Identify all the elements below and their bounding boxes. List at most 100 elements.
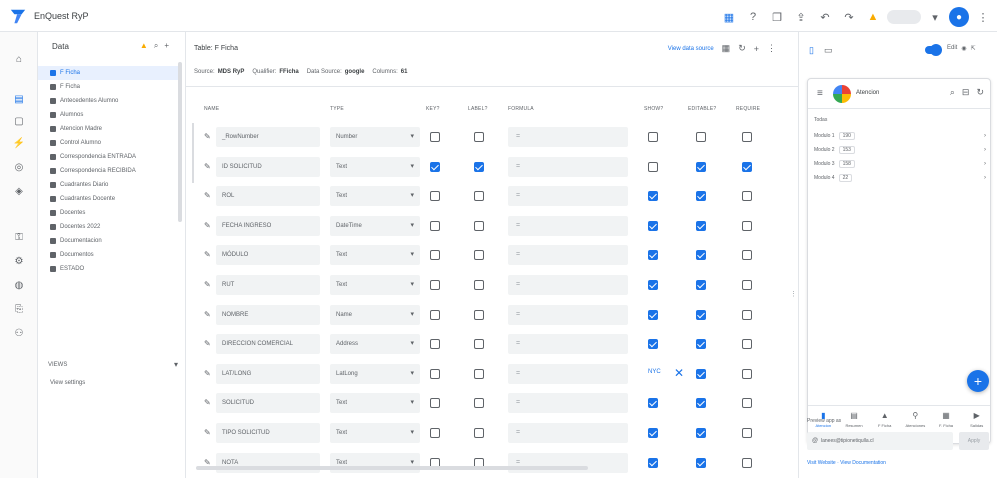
show-checkbox[interactable] [648,161,658,172]
edit-column-icon[interactable]: ✎ [204,132,211,141]
translate-icon[interactable]: ⎘ [11,302,27,318]
require-checkbox[interactable] [742,280,752,290]
table-list-item[interactable]: Documentos [38,248,178,262]
table-view-icon[interactable]: ▦ [719,8,739,26]
edit-column-icon[interactable]: ✎ [204,191,211,200]
security-icon[interactable]: ⚿ [11,230,27,246]
edit-column-icon[interactable]: ✎ [204,398,211,407]
search-icon[interactable]: ⌕ [950,87,955,98]
show-checkbox[interactable] [648,250,658,261]
editable-checkbox[interactable] [696,457,706,468]
show-checkbox[interactable] [648,339,658,350]
filter-icon[interactable]: ⊟ [962,87,970,98]
show-checkbox[interactable] [648,280,658,290]
table-list-item[interactable]: F Ficha [38,66,178,80]
editable-checkbox[interactable] [696,339,706,350]
column-name-field[interactable]: ROL [216,186,320,207]
formula-field[interactable]: = [508,127,628,147]
key-checkbox[interactable] [430,220,440,231]
preview-links[interactable]: Visit Website · View Documentation [807,460,886,466]
table-list-item[interactable]: Control Alumno [38,136,178,150]
table-list-item[interactable]: F Ficha [38,80,178,94]
list-item[interactable]: Modulo 2 153 › [814,143,986,157]
list-item[interactable]: Modulo 4 22 › [814,171,986,185]
show-checkbox[interactable] [648,428,658,438]
column-type-select[interactable]: Text ▾ [330,393,420,414]
require-checkbox[interactable] [742,220,752,231]
column-type-select[interactable]: Address ▾ [330,334,420,355]
save-button[interactable] [887,10,921,24]
edit-column-icon[interactable]: ✎ [204,162,211,171]
key-checkbox[interactable] [430,428,440,438]
users-icon[interactable]: ⚇ [11,326,27,342]
undo-icon[interactable]: ↶ [815,8,835,26]
open-external-icon[interactable]: ⇱ [971,45,976,52]
column-name-field[interactable]: ID SOLICITUD [216,156,320,177]
key-checkbox[interactable] [430,191,440,202]
require-checkbox[interactable] [742,428,752,438]
table-list-item[interactable]: Antecedentes Alumno [38,94,178,108]
require-checkbox[interactable] [742,250,752,261]
require-checkbox[interactable] [742,161,752,172]
require-checkbox[interactable] [742,339,752,350]
formula-field[interactable]: = [508,334,628,355]
editable-checkbox[interactable] [696,191,706,202]
formula-field[interactable]: = [508,393,628,414]
show-condition[interactable]: NYC [648,369,661,375]
warning-icon[interactable]: ▲ [863,8,883,26]
table-list-item[interactable]: Cuadrantes Diario [38,178,178,192]
column-type-select[interactable]: DateTime ▾ [330,215,420,236]
formula-field[interactable]: = [508,186,628,207]
show-checkbox[interactable] [648,309,658,320]
column-name-field[interactable]: FECHA INGRESO [216,215,320,236]
column-type-select[interactable]: Text ▾ [330,186,420,207]
label-checkbox[interactable] [474,368,484,379]
key-checkbox[interactable] [430,368,440,379]
eye-icon[interactable]: ◉ [961,45,966,52]
label-checkbox[interactable] [474,428,484,438]
edit-toggle[interactable] [925,44,942,56]
column-name-field[interactable]: _RowNumber [216,127,320,147]
menu-icon[interactable]: ≡ [817,88,823,99]
edit-column-icon[interactable]: ✎ [204,428,211,437]
formula-field[interactable]: = [508,423,628,443]
views-icon[interactable]: ▢ [11,114,27,130]
editable-checkbox[interactable] [696,280,706,290]
edit-column-icon[interactable]: ✎ [204,369,211,378]
intelligence-icon[interactable]: ◈ [11,184,27,200]
formula-field[interactable]: = [508,156,628,177]
column-name-field[interactable]: RUT [216,275,320,295]
column-type-select[interactable]: Text ▾ [330,245,420,266]
help-icon[interactable]: ? [743,8,763,26]
edit-column-icon[interactable]: ✎ [204,310,211,319]
automation-icon[interactable]: ◎ [11,160,27,176]
add-icon[interactable]: + [164,41,169,51]
formula-field[interactable]: = [508,304,628,325]
column-name-field[interactable]: NOMBRE [216,304,320,325]
edit-column-icon[interactable]: ✎ [204,339,211,348]
view-data-source-link[interactable]: View data source [668,46,714,52]
horizontal-scrollbar[interactable] [196,466,588,470]
home-icon[interactable]: ⌂ [11,52,27,68]
key-checkbox[interactable] [430,398,440,409]
tablet-icon[interactable]: ▭ [824,45,833,56]
require-checkbox[interactable] [742,457,752,468]
column-type-select[interactable]: Name ▾ [330,304,420,325]
table-list-item[interactable]: Atencion Madre [38,122,178,136]
formula-field[interactable]: = [508,245,628,266]
manage-icon[interactable]: ◍ [11,278,27,294]
regenerate-icon[interactable]: ↻ [738,43,746,54]
user-avatar[interactable]: ● [949,7,969,27]
collapse-handle-icon[interactable]: ⋮ [790,290,797,298]
actions-icon[interactable]: ⚡ [11,136,27,152]
label-checkbox[interactable] [474,161,484,172]
editable-checkbox[interactable] [696,220,706,231]
table-list-item[interactable]: Correspondencia ENTRADA [38,150,178,164]
label-checkbox[interactable] [474,339,484,350]
table-list-item[interactable]: ESTADO [38,262,178,276]
show-checkbox[interactable] [648,457,658,468]
column-name-field[interactable]: LAT/LONG [216,363,320,384]
view-settings-link[interactable]: View settings [50,380,85,386]
table-list-item[interactable]: Docentes 2022 [38,220,178,234]
require-checkbox[interactable] [742,132,752,142]
